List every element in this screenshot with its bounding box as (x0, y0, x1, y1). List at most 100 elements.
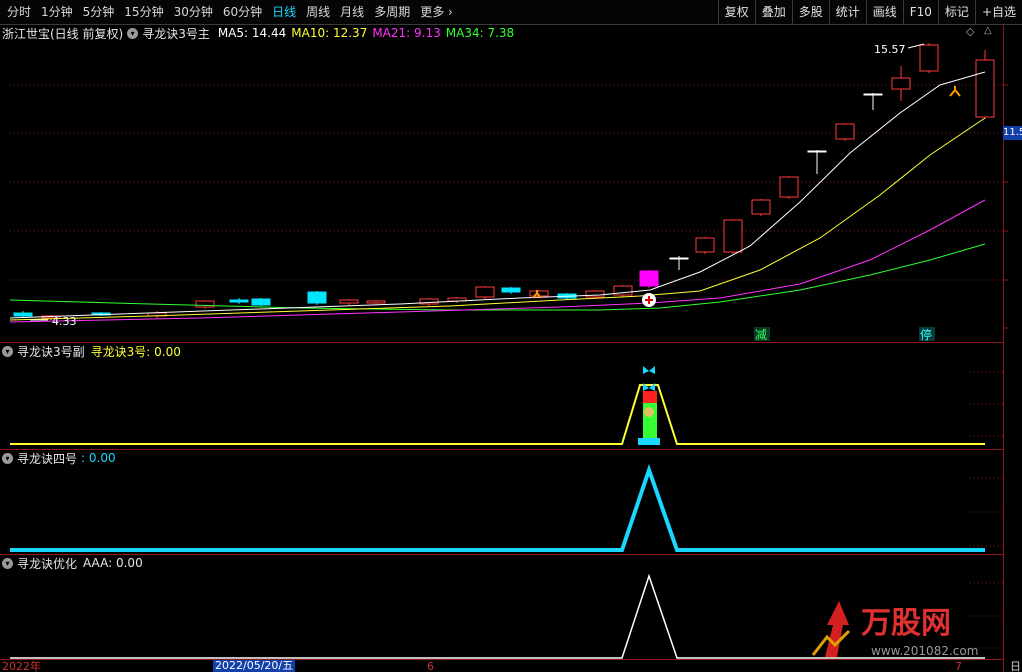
ma34-line (9, 243, 986, 311)
candle-body (366, 300, 386, 304)
candle-body (307, 291, 327, 304)
panel2-line (10, 384, 985, 445)
ma34-readout: MA34: 7.38 (445, 26, 515, 40)
candle-body (863, 93, 883, 96)
more-label: 更多 (420, 5, 445, 19)
restore-rights-button[interactable]: 复权 (717, 0, 755, 24)
runner-icon (949, 86, 961, 97)
overlay-button[interactable]: 叠加 (754, 0, 792, 24)
tab-fenshi[interactable]: 分时 (2, 0, 36, 24)
tab-30min[interactable]: 30分钟 (169, 0, 218, 24)
candle-body (195, 300, 215, 308)
candle-body (41, 315, 61, 319)
current-price-tag: 11.5 (1003, 126, 1022, 140)
main-indicator-name[interactable]: 寻龙诀3号主 (142, 25, 210, 42)
draw-line-button[interactable]: 画线 (865, 0, 903, 24)
ma21-readout: MA21: 9.13 (372, 26, 441, 40)
candlesticks (13, 43, 995, 320)
money-bag-icon (644, 407, 654, 417)
panel4-readout: AAA: 0.00 (83, 556, 143, 570)
candle-body (91, 312, 111, 316)
candle-body (613, 285, 633, 296)
tab-5min[interactable]: 5分钟 (78, 0, 120, 24)
reduce-signal: 减 (754, 327, 770, 342)
candle-body (13, 312, 33, 317)
buy-signal-icon (642, 293, 656, 307)
candle-body (891, 77, 911, 90)
candle-body (557, 293, 577, 299)
panel-divider[interactable] (0, 342, 1003, 343)
candle-body (919, 44, 939, 72)
tab-weekly[interactable]: 周线 (301, 0, 335, 24)
candle-body (251, 298, 271, 306)
multi-stock-button[interactable]: 多股 (791, 0, 829, 24)
candle-body (835, 123, 855, 140)
ma10-readout: MA10: 12.37 (291, 26, 368, 40)
candle-body (585, 290, 605, 298)
panel4-header: ▾ 寻龙诀优化 AAA: 0.00 (2, 554, 143, 572)
panel-divider[interactable] (0, 554, 1003, 555)
ma21-line (9, 199, 986, 323)
diamond-icon[interactable]: ◇ (966, 25, 974, 38)
tab-15min[interactable]: 15分钟 (119, 0, 168, 24)
candle-body (751, 199, 771, 215)
runner-icon (532, 290, 542, 299)
chevron-down-icon[interactable]: ▾ (2, 452, 13, 464)
ma5-line (9, 71, 986, 319)
tab-multi-period[interactable]: 多周期 (369, 0, 415, 24)
grid-lines (10, 84, 1008, 649)
candle-body (695, 237, 715, 253)
x-axis-right-label: 日 (1010, 660, 1021, 672)
x-axis-year-label: 2022年 (2, 659, 41, 672)
chevron-down-icon[interactable]: ▾ (2, 345, 13, 357)
panel2-name[interactable]: 寻龙诀3号副 (17, 343, 85, 360)
candle-body (779, 176, 799, 198)
chevron-down-icon[interactable]: ▾ (2, 557, 13, 569)
watermark-brand: 万股网 (861, 606, 951, 641)
kline-chart: 15.57 4.33 减 停 2022年 6 7 日 (2, 43, 1021, 672)
triangle-up-icon[interactable]: △ (984, 25, 992, 36)
add-watchlist-button[interactable]: +自选 (974, 0, 1022, 24)
panel2-cyan-bar (638, 438, 660, 445)
chevron-down-icon[interactable]: ▾ (127, 27, 139, 39)
candle-body (669, 257, 689, 260)
butterfly-icon (643, 383, 655, 391)
tab-daily[interactable]: 日线 (267, 0, 301, 24)
arrow-logo-icon (825, 601, 849, 657)
tab-1min[interactable]: 1分钟 (36, 0, 78, 24)
candle-body (501, 287, 521, 293)
mark-button[interactable]: 标记 (937, 0, 975, 24)
toolbar-right: 复权 叠加 多股 统计 画线 F10 标记 +自选 (717, 0, 1022, 24)
stop-signal: 停 (919, 327, 935, 342)
ma10-line (9, 117, 986, 321)
candle-body (229, 299, 249, 303)
statistics-button[interactable]: 统计 (828, 0, 866, 24)
panel2-header: ▾ 寻龙诀3号副 寻龙诀3号: 0.00 (2, 342, 181, 360)
high-marker: 15.57 (874, 43, 925, 56)
x-axis-month6-label: 6 (427, 660, 434, 672)
panel3-readout: : 0.00 (81, 451, 116, 465)
tab-more[interactable]: 更多 › (415, 0, 458, 24)
svg-text:减: 减 (755, 328, 767, 342)
candle-body (529, 290, 549, 297)
candle-body (723, 219, 743, 253)
candle-body (639, 270, 659, 287)
f10-button[interactable]: F10 (902, 0, 938, 24)
tab-monthly[interactable]: 月线 (335, 0, 369, 24)
panel3-line (10, 463, 985, 552)
panel-divider[interactable] (0, 449, 1003, 450)
panel4-name[interactable]: 寻龙诀优化 (17, 555, 77, 572)
candle-body (447, 297, 467, 302)
chevron-right-icon: › (448, 5, 453, 19)
candle-body (339, 299, 359, 304)
panel3-header: ▾ 寻龙诀四号 : 0.00 (2, 449, 116, 467)
panel2-readout: 寻龙诀3号: 0.00 (90, 344, 181, 359)
tab-60min[interactable]: 60分钟 (218, 0, 267, 24)
price-axis-line (1003, 24, 1004, 672)
main-panel-header: 浙江世宝(日线 前复权) ▾ 寻龙诀3号主 MA5: 14.44 MA10: 1… (2, 24, 519, 42)
cursor-date-tag: 2022/05/20/五 (213, 659, 296, 672)
panel3-name[interactable]: 寻龙诀四号 (17, 450, 77, 467)
watermark-logo: 万股网 www.201082.com (805, 595, 1005, 665)
svg-text:停: 停 (920, 327, 932, 342)
toolbar: 分时 1分钟 5分钟 15分钟 30分钟 60分钟 日线 周线 月线 多周期 更… (0, 0, 1022, 25)
